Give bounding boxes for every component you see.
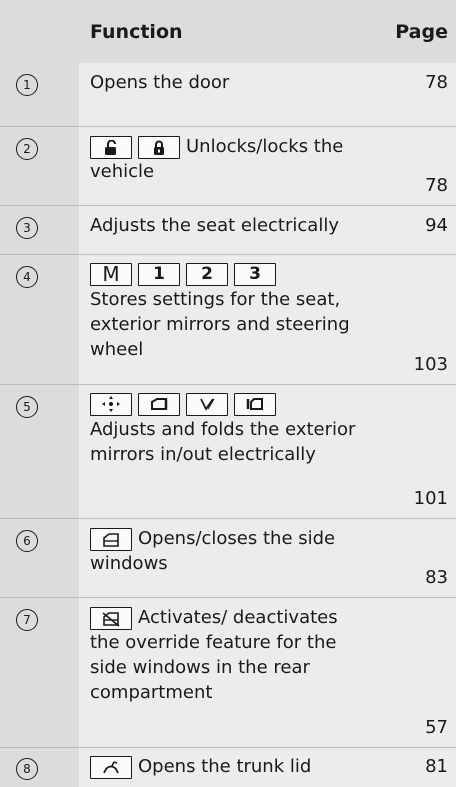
fold-mirror-icon — [186, 392, 228, 416]
row-number: 2 — [16, 137, 38, 160]
window-icon — [90, 528, 132, 551]
lock-icon — [138, 136, 180, 159]
unlock-icon — [90, 136, 132, 159]
row-number: 4 — [16, 265, 38, 288]
header-number — [0, 0, 79, 63]
row-number: 7 — [16, 608, 38, 631]
window-lock-icon — [90, 607, 132, 630]
function-text: Opens the door — [79, 63, 378, 127]
page-number: 103 — [378, 254, 456, 385]
left-mirror-icon — [138, 392, 180, 416]
table-row: 3 Adjusts the seat electrically 94 — [0, 205, 456, 255]
function-text: Stores settings for the seat, exterior m… — [90, 288, 350, 360]
page-number: 94 — [378, 205, 456, 255]
function-text: Adjusts and folds the exterior mirrors i… — [90, 418, 356, 465]
function-text: Adjusts the seat electrically — [79, 205, 378, 255]
memory-2-key: 2 — [186, 262, 228, 286]
mirror-keys — [90, 392, 370, 417]
header-function: Function — [79, 0, 378, 63]
table-header-row: Function Page — [0, 0, 456, 63]
row-number: 6 — [16, 529, 38, 552]
table-row: 4 M 1 2 3 Stores settings for the seat, … — [0, 254, 456, 385]
table-row: 6 Opens/closes the side windows 83 — [0, 518, 456, 598]
function-text: Opens the trunk lid — [138, 755, 312, 777]
page-number: 101 — [378, 384, 456, 519]
memory-m-key: M — [90, 262, 132, 286]
trunk-icon — [90, 756, 132, 779]
table-row: 2 Unlocks/locks the vehicle 78 — [0, 126, 456, 206]
memory-keys: M 1 2 3 — [90, 262, 370, 287]
row-number: 8 — [16, 757, 38, 780]
mirror-adjust-icon — [90, 392, 132, 416]
page-number: 78 — [378, 63, 456, 127]
table-row: 8 Opens the trunk lid 81 — [0, 747, 456, 787]
row-number: 3 — [16, 216, 38, 239]
memory-1-key: 1 — [138, 262, 180, 286]
row-number: 1 — [16, 74, 38, 96]
table-row: 7 Activates/ deactivates the override fe… — [0, 597, 456, 748]
header-page: Page — [378, 0, 456, 63]
page-number: 83 — [378, 518, 456, 598]
function-table: Function Page 1 Opens the door 78 2 Unlo… — [0, 0, 456, 787]
table-row: 5 Adjusts and folds the exterior mirrors… — [0, 384, 456, 519]
right-mirror-icon — [234, 392, 276, 416]
page-number: 78 — [378, 126, 456, 206]
memory-3-key: 3 — [234, 262, 276, 286]
page-number: 57 — [378, 597, 456, 748]
page-number: 81 — [378, 747, 456, 787]
table-row: 1 Opens the door 78 — [0, 63, 456, 127]
row-number: 5 — [16, 395, 38, 418]
